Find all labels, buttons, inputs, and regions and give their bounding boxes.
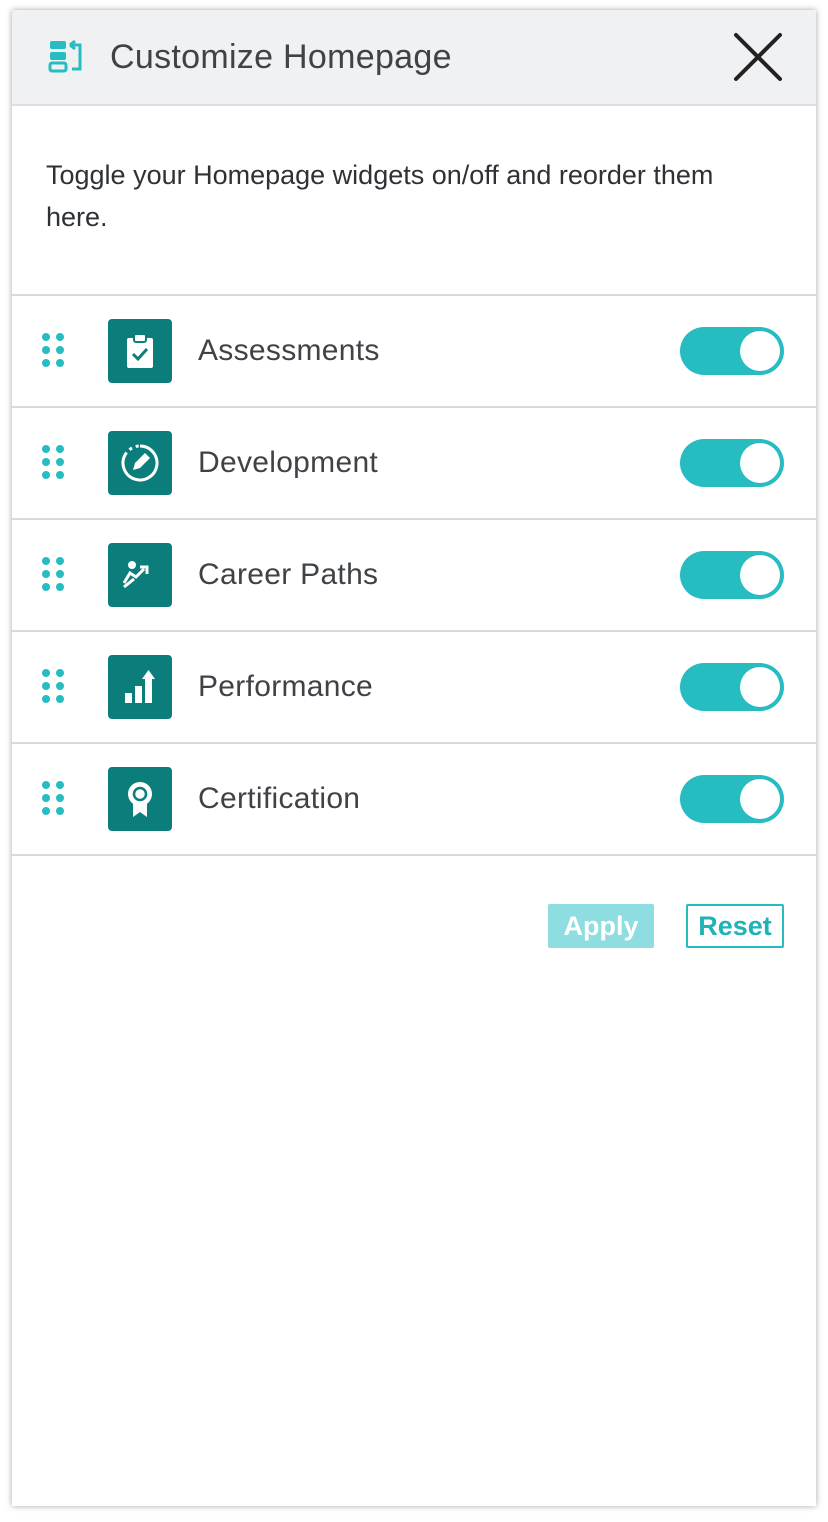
toggle-certification[interactable] [680, 775, 784, 823]
panel-title: Customize Homepage [110, 37, 452, 76]
apply-button[interactable]: Apply [548, 904, 654, 948]
career-climb-icon [108, 543, 172, 607]
widget-label-assessments: Assessments [198, 334, 380, 367]
widget-row-career-paths: Career Paths [12, 520, 816, 632]
toggle-development[interactable] [680, 439, 784, 487]
widget-row-development: Development [12, 408, 816, 520]
customize-homepage-panel: Customize Homepage Toggle your Homepage … [12, 10, 816, 1506]
panel-actions: Apply Reset [12, 856, 816, 948]
close-button[interactable] [730, 29, 786, 85]
widget-row-assessments: Assessments [12, 296, 816, 408]
bar-chart-arrow-icon [108, 655, 172, 719]
pencil-circle-icon [108, 431, 172, 495]
toggle-assessments[interactable] [680, 327, 784, 375]
drag-handle-icon[interactable] [42, 669, 66, 705]
intro-text: Toggle your Homepage widgets on/off and … [12, 106, 816, 296]
widget-row-certification: Certification [12, 744, 816, 856]
toggle-career-paths[interactable] [680, 551, 784, 599]
drag-handle-icon[interactable] [42, 445, 66, 481]
award-badge-icon [108, 767, 172, 831]
drag-handle-icon[interactable] [42, 333, 66, 369]
customize-icon [48, 37, 88, 77]
widget-label-career-paths: Career Paths [198, 558, 379, 591]
widget-label-certification: Certification [198, 782, 361, 815]
widget-row-performance: Performance [12, 632, 816, 744]
widget-label-performance: Performance [198, 670, 374, 703]
clipboard-check-icon [108, 319, 172, 383]
reset-button[interactable]: Reset [686, 904, 784, 948]
widget-label-development: Development [198, 446, 379, 479]
drag-handle-icon[interactable] [42, 781, 66, 817]
drag-handle-icon[interactable] [42, 557, 66, 593]
close-icon [734, 33, 782, 81]
panel-header: Customize Homepage [12, 10, 816, 106]
toggle-performance[interactable] [680, 663, 784, 711]
